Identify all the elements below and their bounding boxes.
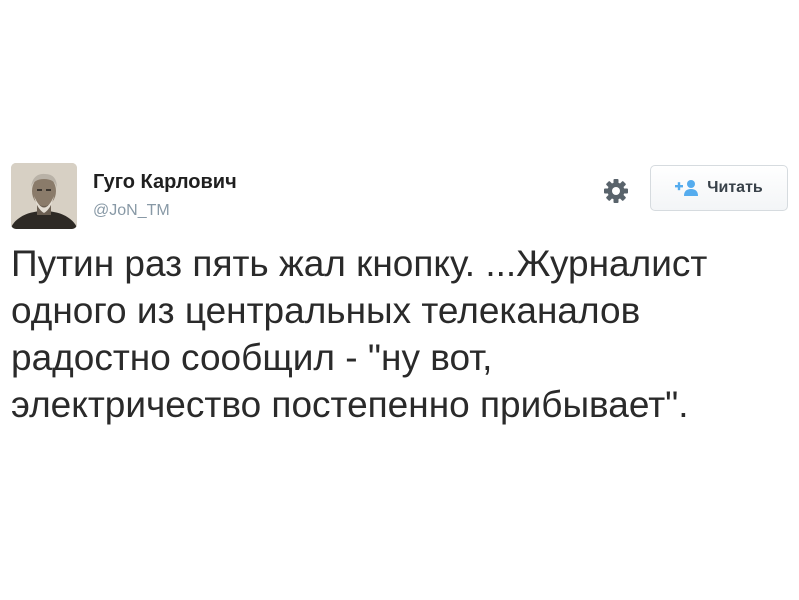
user-handle[interactable]: @JoN_TM	[93, 202, 170, 220]
portrait-image	[11, 163, 77, 229]
tweet-text: Путин раз пять жал кнопку. ...Журналист …	[11, 240, 791, 428]
add-user-icon	[675, 180, 699, 196]
tweet-card: Гуго Карлович @JoN_TM Читать Путин раз п…	[0, 158, 799, 458]
tweet-text-line: электричество постепенно прибывает".	[11, 384, 689, 425]
tweet-text-line: одного из центральных телеканалов	[11, 290, 641, 331]
tweet-text-line: радостно сообщил - "ну вот,	[11, 337, 493, 378]
gear-icon[interactable]	[603, 178, 629, 204]
follow-button[interactable]: Читать	[650, 165, 788, 211]
user-name[interactable]: Гуго Карлович	[93, 171, 237, 194]
follow-button-label: Читать	[707, 179, 763, 196]
tweet-text-line: Путин раз пять жал кнопку. ...Журналист	[11, 243, 708, 284]
avatar[interactable]	[11, 163, 77, 229]
